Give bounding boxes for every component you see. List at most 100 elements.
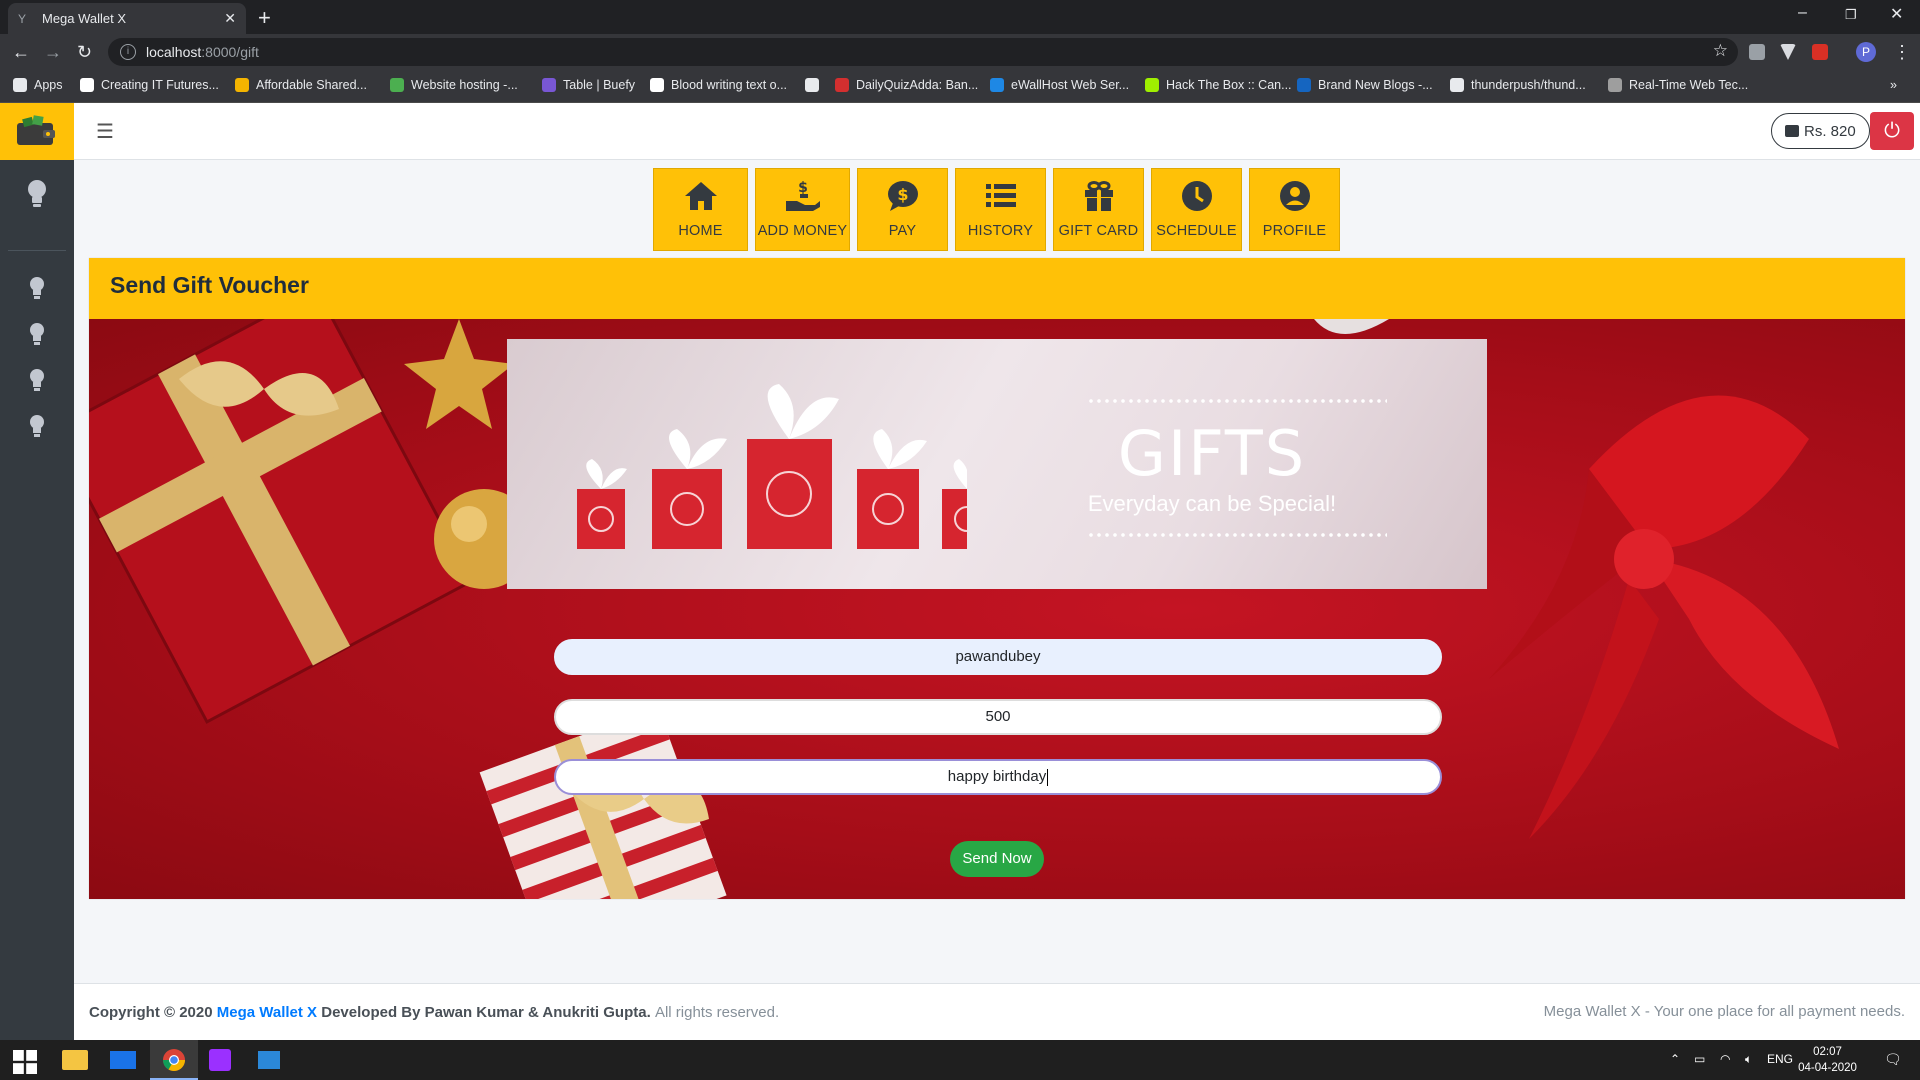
menu-schedule-button[interactable]: SCHEDULE — [1151, 168, 1242, 251]
sidebar-item-1-icon[interactable] — [27, 276, 47, 306]
menu-label: PAY — [888, 223, 917, 239]
notifications-icon[interactable]: 🗨︎ — [1884, 1051, 1902, 1068]
wifi-icon[interactable]: ◠ — [1720, 1052, 1730, 1066]
url-field[interactable]: i localhost:8000/gift ☆ — [108, 38, 1738, 66]
app-window-icon[interactable] — [258, 1051, 280, 1069]
language-indicator[interactable]: ENG — [1767, 1052, 1793, 1066]
svg-text:$: $ — [798, 180, 808, 196]
bookmark-favicon-icon — [1297, 78, 1311, 92]
chrome-menu-icon[interactable]: ⋮ — [1893, 42, 1911, 63]
bookmark-item[interactable]: Brand New Blogs -... — [1297, 78, 1433, 92]
battery-icon[interactable]: ▭ — [1694, 1052, 1705, 1066]
menu-home-button[interactable]: HOME — [653, 168, 748, 251]
bookmark-item[interactable]: Creating IT Futures... — [80, 78, 219, 92]
close-window-icon[interactable]: ✕ — [1890, 4, 1903, 24]
bookmark-favicon-icon — [1608, 78, 1622, 92]
bookmark-label: Real-Time Web Tec... — [1629, 78, 1749, 92]
phpstorm-icon[interactable] — [209, 1049, 231, 1071]
bookmark-item[interactable]: Affordable Shared... — [235, 78, 367, 92]
hamburger-menu-icon[interactable]: ☰ — [96, 119, 114, 144]
dollar-bubble-icon: $ — [858, 179, 947, 215]
dots-divider-bottom — [1087, 533, 1387, 537]
bookmark-item[interactable]: Blood writing text o... — [650, 78, 787, 92]
gift-boxes-illustration — [577, 384, 967, 549]
sidebar-item-4-icon[interactable] — [27, 414, 47, 444]
url-host: localhost — [146, 44, 202, 60]
chrome-taskbar-button[interactable] — [150, 1040, 198, 1080]
bookmark-item[interactable] — [805, 78, 826, 92]
user-bulb-icon[interactable] — [23, 178, 51, 215]
mail-icon[interactable] — [110, 1051, 136, 1069]
site-info-icon[interactable]: i — [120, 44, 136, 60]
new-tab-icon[interactable]: + — [258, 5, 271, 31]
bookmark-label: Affordable Shared... — [256, 78, 367, 92]
bookmark-favicon-icon — [13, 78, 27, 92]
sidebar-item-2-icon[interactable] — [27, 322, 47, 352]
back-icon[interactable]: ← — [12, 42, 30, 63]
bookmark-item[interactable]: Real-Time Web Tec... — [1608, 78, 1748, 92]
logout-button[interactable]: ⏻ — [1870, 112, 1914, 150]
rights-text: All rights reserved. — [654, 1003, 780, 1021]
menu-label: HISTORY — [967, 223, 1034, 239]
bookmark-label: Apps — [34, 78, 63, 92]
clock-time: 02:07 — [1813, 1046, 1842, 1058]
bookmark-label: Website hosting -... — [411, 78, 518, 92]
file-explorer-icon[interactable] — [62, 1050, 88, 1070]
bookmark-star-icon[interactable]: ☆ — [1713, 41, 1728, 61]
bookmark-label: thunderpush/thund... — [1471, 78, 1586, 92]
bookmark-item[interactable]: Website hosting -... — [390, 78, 518, 92]
extension-adblock-icon[interactable] — [1749, 44, 1765, 60]
clock[interactable]: 02:07 04-04-2020 — [1795, 1044, 1860, 1076]
profile-avatar[interactable]: P — [1856, 42, 1876, 62]
menu-history-button[interactable]: HISTORY — [955, 168, 1046, 251]
dots-divider-top — [1087, 399, 1387, 403]
tray-chevron-icon[interactable]: ⌃ — [1670, 1052, 1680, 1066]
menu-pay-button[interactable]: $ PAY — [857, 168, 948, 251]
extension-red-icon[interactable] — [1812, 44, 1828, 60]
bookmark-label: Blood writing text o... — [671, 78, 788, 92]
card-title: Send Gift Voucher — [110, 272, 309, 298]
bookmark-item[interactable]: eWallHost Web Ser... — [990, 78, 1129, 92]
bookmark-item[interactable]: Hack The Box :: Can... — [1145, 78, 1292, 92]
more-bookmarks-icon[interactable]: » — [1890, 78, 1897, 92]
bookmark-item[interactable]: DailyQuizAdda: Ban... — [835, 78, 978, 92]
bookmark-favicon-icon — [80, 78, 94, 92]
forward-icon[interactable]: → — [44, 42, 62, 63]
browser-tab[interactable]: Y Mega Wallet X ✕ — [8, 3, 246, 34]
list-icon — [956, 179, 1045, 215]
card-header: Send Gift Voucher — [89, 258, 1905, 319]
windows-start-icon[interactable] — [12, 1050, 38, 1074]
footer-brand-link[interactable]: Mega Wallet X — [217, 1004, 317, 1021]
brand-logo[interactable] — [0, 103, 74, 160]
message-input[interactable]: happy birthday — [554, 759, 1442, 795]
send-now-button[interactable]: Send Now — [950, 841, 1044, 877]
menu-add-money-button[interactable]: $ ADD MONEY — [755, 168, 850, 251]
recipient-username-input[interactable]: pawandubey — [554, 639, 1442, 675]
sidebar-item-3-icon[interactable] — [27, 368, 47, 398]
bookmark-favicon-icon — [990, 78, 1004, 92]
restore-icon[interactable]: ❐ — [1845, 7, 1857, 23]
menu-gift-card-button[interactable]: GIFT CARD — [1053, 168, 1144, 251]
bookmark-favicon-icon — [805, 78, 819, 92]
address-bar-row: ← → ↻ i localhost:8000/gift ☆ P ⋮ — [0, 34, 1920, 70]
bookmark-item[interactable]: Table | Buefy — [542, 78, 635, 92]
minimize-icon[interactable]: – — [1798, 4, 1807, 22]
volume-icon[interactable]: 🔈︎ — [1745, 1052, 1752, 1067]
extension-v-icon[interactable] — [1780, 44, 1796, 60]
close-tab-icon[interactable]: ✕ — [224, 10, 236, 27]
bookmark-label: Hack The Box :: Can... — [1166, 78, 1292, 92]
amount-input[interactable]: 500 — [554, 699, 1442, 735]
bookmark-favicon-icon — [650, 78, 664, 92]
tab-title: Mega Wallet X — [42, 11, 127, 26]
wallet-icon — [1785, 125, 1799, 137]
wallet-logo-icon — [17, 114, 55, 145]
menu-profile-button[interactable]: PROFILE — [1249, 168, 1340, 251]
bookmark-item[interactable]: thunderpush/thund... — [1450, 78, 1586, 92]
browser-tab-strip: Y Mega Wallet X ✕ + – ❐ ✕ — [0, 0, 1920, 34]
copyright-text: Copyright © 2020 — [89, 1003, 213, 1021]
top-navbar: ☰ Rs. 820 ⏻ — [74, 103, 1920, 160]
balance-badge[interactable]: Rs. 820 — [1771, 113, 1870, 149]
reload-icon[interactable]: ↻ — [77, 42, 92, 63]
gift-icon — [1054, 179, 1143, 215]
bookmark-item[interactable]: Apps — [13, 78, 63, 92]
